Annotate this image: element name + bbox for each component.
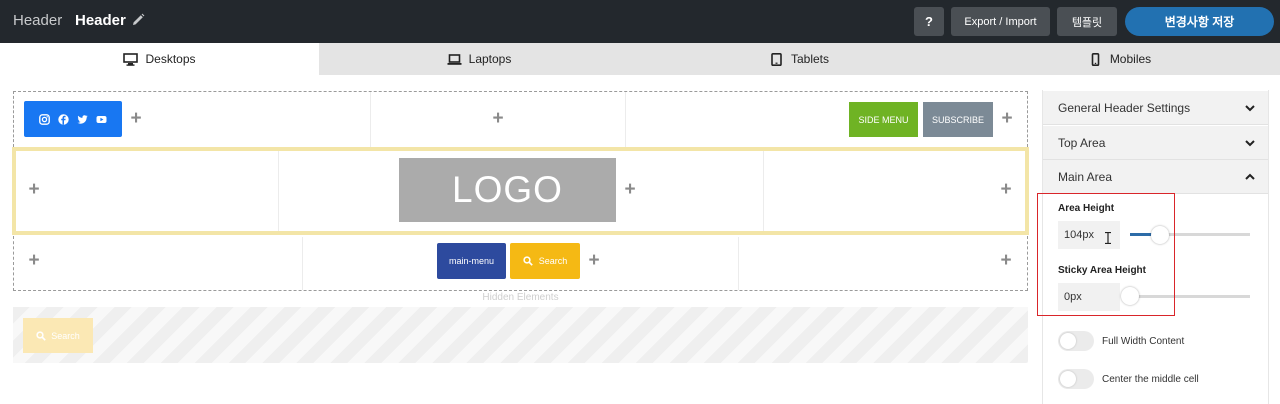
tab-label: Tablets — [790, 52, 830, 66]
add-element-icon[interactable]: + — [1000, 180, 1012, 199]
tablet-icon — [771, 52, 782, 66]
search-icon — [523, 256, 533, 266]
facebook-icon — [58, 113, 69, 125]
page-title: Header — [75, 12, 126, 29]
tab-tablets[interactable]: Tablets — [639, 43, 959, 75]
add-element-icon[interactable]: + — [28, 180, 40, 199]
hidden-elements-area[interactable] — [13, 307, 1028, 363]
section-label: Top Area — [1058, 135, 1106, 150]
instagram-icon — [39, 113, 50, 125]
search-element[interactable]: Search — [510, 243, 580, 279]
cell-divider — [278, 151, 279, 231]
mobile-icon — [1091, 52, 1100, 66]
chevron-down-icon — [1245, 140, 1255, 147]
hidden-search-element[interactable]: Search — [23, 318, 93, 353]
hidden-elements-label: Hidden Elements — [482, 292, 559, 303]
cell-divider — [302, 237, 303, 290]
device-tabs: Desktops Laptops Tablets Mobiles — [0, 43, 1280, 75]
top-bar: Header Header ? Export / Import 템플릿 변경사항… — [0, 0, 1280, 43]
social-icons-element[interactable] — [24, 101, 122, 137]
center-middle-cell-label: Center the middle cell — [1102, 374, 1199, 385]
logo-element[interactable]: LOGO — [399, 158, 616, 222]
add-element-icon[interactable]: + — [28, 251, 40, 270]
tab-label: Laptops — [468, 52, 512, 66]
search-label: Search — [538, 256, 568, 266]
template-button[interactable]: 템플릿 — [1057, 7, 1117, 36]
full-width-content-toggle[interactable] — [1058, 331, 1094, 351]
side-menu-element[interactable]: SIDE MENU — [849, 102, 918, 137]
chevron-up-icon — [1245, 173, 1255, 180]
add-element-icon[interactable]: + — [624, 180, 636, 199]
chevron-down-icon — [1245, 105, 1255, 112]
center-middle-cell-toggle[interactable] — [1058, 369, 1094, 389]
cell-divider — [625, 92, 626, 147]
section-label: General Header Settings — [1058, 100, 1191, 115]
tab-label: Mobiles — [1109, 52, 1152, 66]
section-general-header-settings[interactable]: General Header Settings — [1043, 91, 1268, 125]
tab-laptops[interactable]: Laptops — [319, 43, 639, 75]
cell-divider — [738, 237, 739, 290]
laptop-icon — [447, 53, 462, 65]
section-main-area[interactable]: Main Area — [1043, 160, 1268, 194]
add-element-icon[interactable]: + — [130, 109, 142, 128]
help-button[interactable]: ? — [914, 7, 944, 36]
cell-divider — [763, 151, 764, 231]
youtube-icon — [96, 115, 107, 123]
highlight-box — [1037, 193, 1175, 316]
section-top-area[interactable]: Top Area — [1043, 126, 1268, 160]
tab-desktops[interactable]: Desktops — [0, 43, 319, 75]
twitter-icon — [77, 114, 88, 124]
section-label: Main Area — [1058, 169, 1113, 184]
cell-divider — [370, 92, 371, 147]
breadcrumb[interactable]: Header — [13, 12, 62, 29]
add-element-icon[interactable]: + — [588, 251, 600, 270]
subscribe-element[interactable]: SUBSCRIBE — [923, 102, 993, 137]
export-import-button[interactable]: Export / Import — [951, 7, 1050, 36]
add-element-icon[interactable]: + — [1000, 251, 1012, 270]
hidden-search-label: Search — [51, 330, 80, 341]
save-changes-button[interactable]: 변경사항 저장 — [1125, 7, 1274, 36]
main-menu-element[interactable]: main-menu — [437, 243, 506, 279]
search-icon — [36, 330, 47, 341]
pencil-icon[interactable] — [130, 12, 146, 28]
tab-label: Desktops — [145, 52, 196, 66]
tab-mobiles[interactable]: Mobiles — [959, 43, 1280, 75]
add-element-icon[interactable]: + — [492, 109, 504, 128]
add-element-icon[interactable]: + — [1001, 109, 1013, 128]
desktop-icon — [123, 52, 139, 66]
full-width-content-label: Full Width Content — [1102, 336, 1185, 347]
